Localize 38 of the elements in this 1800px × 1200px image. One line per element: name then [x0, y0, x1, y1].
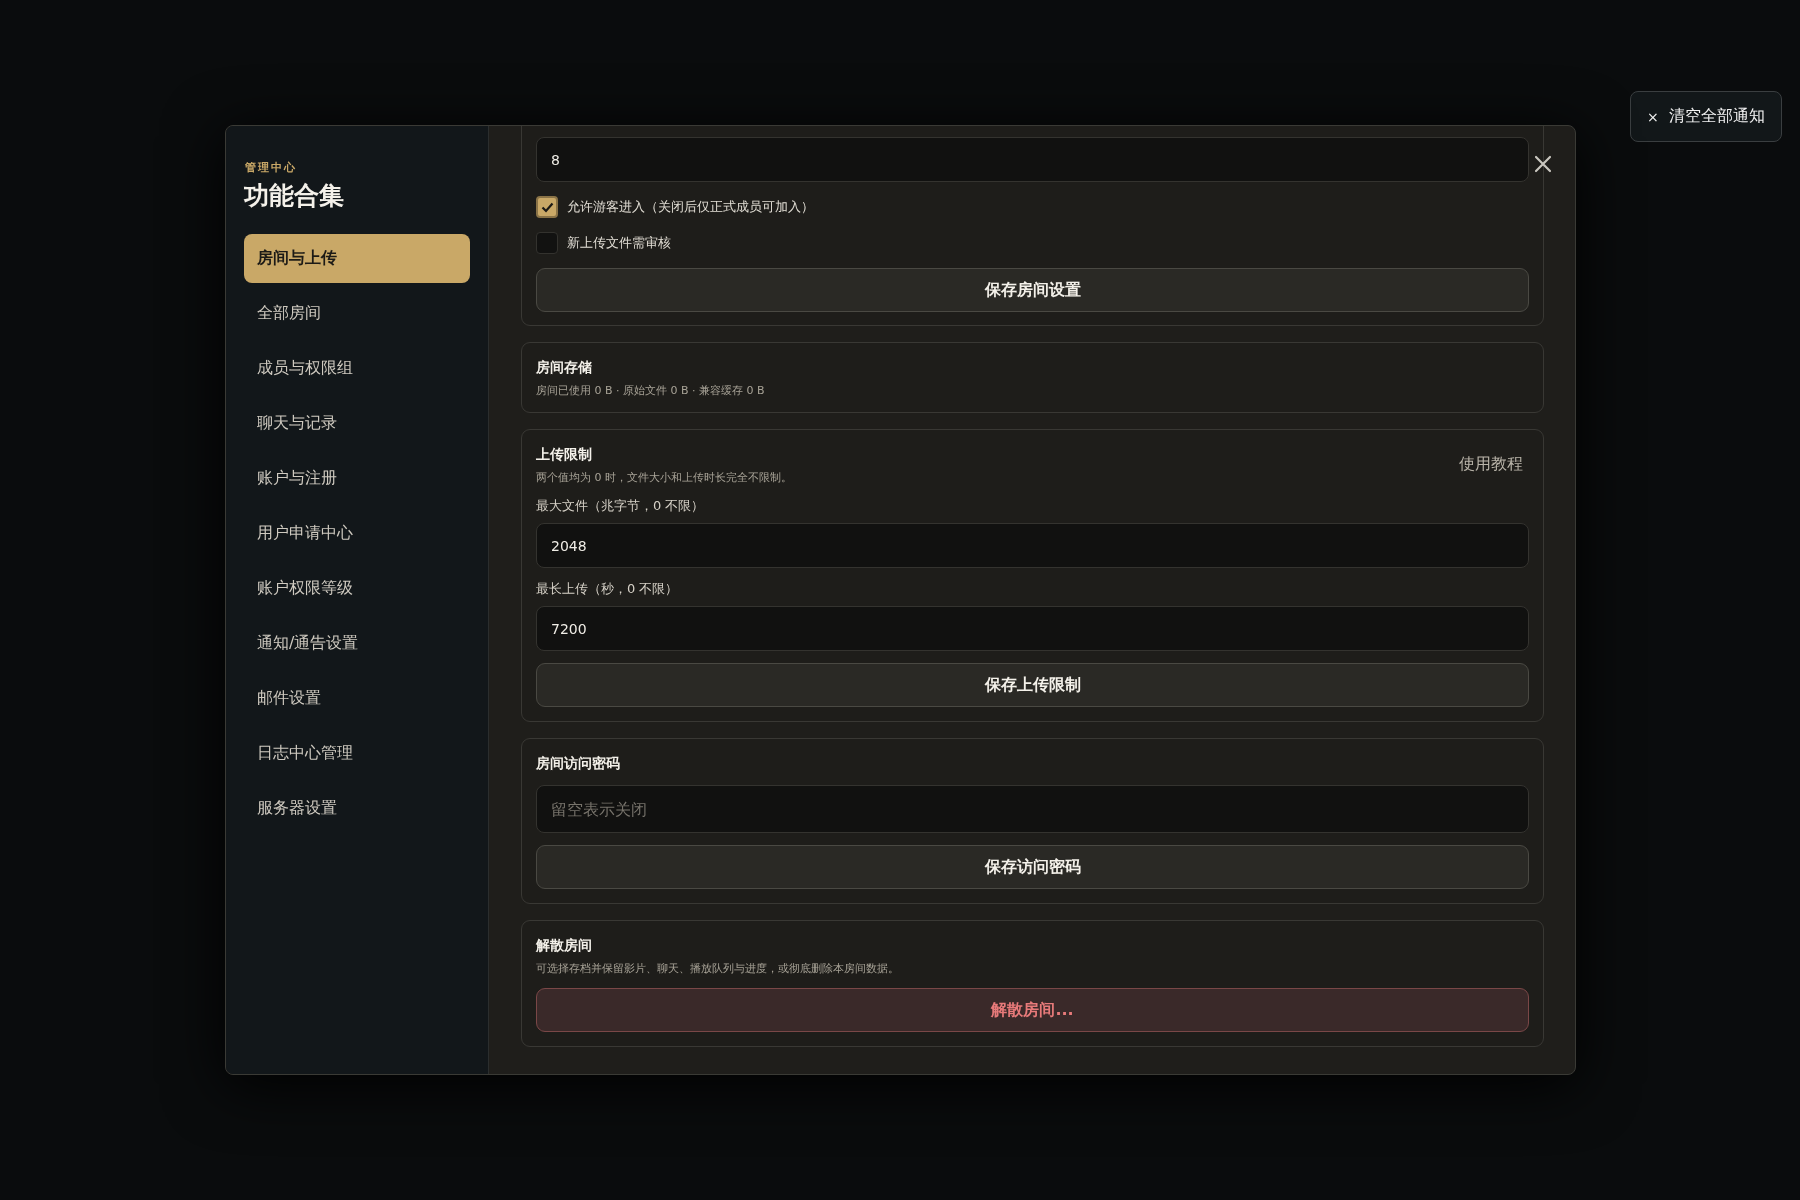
- card-title: 解散房间: [536, 937, 593, 955]
- save-button[interactable]: 保存访问密码: [536, 845, 1529, 889]
- sidebar-item[interactable]: 日志中心管理: [244, 729, 470, 778]
- input-field[interactable]: 7200: [536, 606, 1529, 651]
- checkbox[interactable]: [536, 232, 558, 254]
- sidebar-item[interactable]: 用户申请中心: [244, 509, 470, 558]
- sidebar-item[interactable]: 通知/通告设置: [244, 619, 470, 668]
- section-eyebrow: 管理中心: [245, 160, 297, 175]
- panel-title: 功能合集: [244, 180, 345, 212]
- clear-notifications-button[interactable]: × 清空全部通知: [1630, 91, 1782, 142]
- sidebar-item[interactable]: 账户权限等级: [244, 564, 470, 613]
- input-field[interactable]: 8: [536, 137, 1529, 182]
- card-title: 房间存储: [536, 359, 593, 377]
- dissolve-room-button[interactable]: 解散房间...: [536, 988, 1529, 1032]
- card-description: 可选择存档并保留影片、聊天、播放队列与进度，或彻底删除本房间数据。: [536, 961, 899, 976]
- sidebar-item[interactable]: 全部房间: [244, 289, 470, 338]
- input-field[interactable]: 2048: [536, 523, 1529, 568]
- sidebar-item[interactable]: 邮件设置: [244, 674, 470, 723]
- checkbox-label: 允许游客进入（关闭后仅正式成员可加入）: [567, 198, 814, 216]
- sidebar-item[interactable]: 聊天与记录: [244, 399, 470, 448]
- checkbox-label: 新上传文件需审核: [567, 234, 671, 252]
- sidebar-item[interactable]: 房间与上传: [244, 234, 470, 283]
- card-description: 两个值均为 0 时，文件大小和上传时长完全不限制。: [536, 470, 792, 485]
- input-field[interactable]: 留空表示关闭: [536, 785, 1529, 833]
- field-label: 最大文件（兆字节，0 不限）: [536, 497, 706, 515]
- save-button[interactable]: 保存上传限制: [536, 663, 1529, 707]
- card-description: 房间已使用 0 B · 原始文件 0 B · 兼容缓存 0 B: [536, 383, 765, 398]
- card-title: 上传限制: [536, 446, 593, 464]
- sidebar-item[interactable]: 成员与权限组: [244, 344, 470, 393]
- checkbox[interactable]: [536, 196, 558, 218]
- tutorial-link[interactable]: 使用教程: [1459, 446, 1529, 475]
- sidebar-item[interactable]: 账户与注册: [244, 454, 470, 503]
- save-button[interactable]: 保存房间设置: [536, 268, 1529, 312]
- sidebar-item[interactable]: 服务器设置: [244, 784, 470, 833]
- field-label: 最长上传（秒，0 不限）: [536, 580, 680, 598]
- checkmark-icon: [540, 201, 554, 213]
- card-title: 房间访问密码: [536, 755, 620, 773]
- close-icon[interactable]: [1534, 155, 1552, 173]
